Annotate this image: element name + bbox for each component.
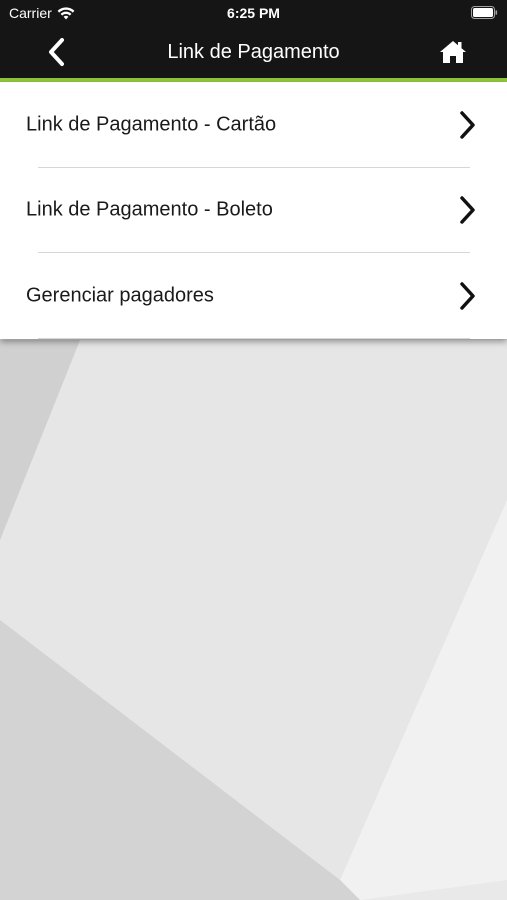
page-title: Link de Pagamento <box>167 41 340 63</box>
chevron-right-icon <box>460 282 475 310</box>
menu-item-gerenciar-pagadores[interactable]: Gerenciar pagadores <box>0 253 507 339</box>
menu-item-label: Link de Pagamento - Cartão <box>26 113 277 136</box>
menu-item-cartao[interactable]: Link de Pagamento - Cartão <box>0 82 507 168</box>
menu-item-boleto[interactable]: Link de Pagamento - Boleto <box>0 168 507 254</box>
home-icon <box>440 41 466 63</box>
menu-item-label: Link de Pagamento - Boleto <box>26 198 273 221</box>
divider <box>38 337 470 339</box>
status-time: 6:25 PM <box>227 5 280 21</box>
menu-item-label: Gerenciar pagadores <box>26 284 214 307</box>
menu-list: Link de Pagamento - Cartão Link de Pagam… <box>0 82 507 339</box>
battery-icon <box>471 6 498 19</box>
chevron-right-icon <box>460 111 475 139</box>
navigation-bar: Carrier 6:25 PM Link de Pagamento <box>0 0 507 78</box>
home-button[interactable] <box>437 36 469 68</box>
chevron-right-icon <box>460 196 475 225</box>
